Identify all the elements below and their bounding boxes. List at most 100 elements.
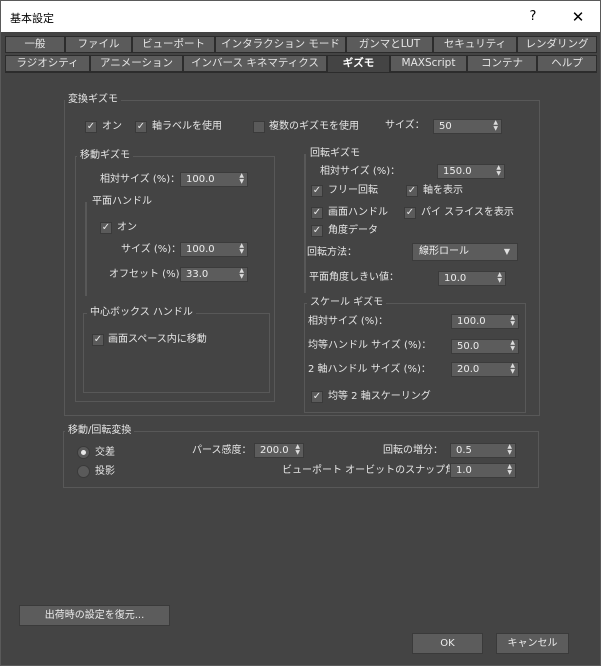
two-axis-handle-size-value: 20.0 <box>457 364 480 375</box>
spinner-arrows-icon[interactable]: ▲ ▼ <box>507 444 512 456</box>
multiple-gizmos-label: 複数のギズモを使用 <box>269 121 359 132</box>
projection-radio[interactable] <box>77 465 90 478</box>
tab-security[interactable]: セキュリティ <box>433 36 517 53</box>
screen-handle-label: 画面ハンドル <box>328 207 388 218</box>
uniform-2axis-checkbox[interactable]: ✓ <box>311 391 323 403</box>
multiple-gizmos-checkbox[interactable] <box>253 121 265 133</box>
tab-gizmos[interactable]: ギズモ <box>327 55 390 73</box>
scale-gizmo-title: スケール ギズモ <box>307 297 387 309</box>
tab-gamma-lut[interactable]: ガンマとLUT <box>346 36 433 53</box>
rotate-gizmo-group <box>304 154 306 293</box>
two-axis-handle-size-spinner[interactable]: 20.0 ▲ ▼ <box>451 362 519 377</box>
cancel-button[interactable]: キャンセル <box>496 633 569 654</box>
help-icon[interactable]: ? <box>523 7 543 27</box>
perspective-sensitivity-spinner[interactable]: 200.0 ▲ ▼ <box>254 443 304 458</box>
scale-relative-size-spinner[interactable]: 100.0 ▲ ▼ <box>451 314 519 329</box>
show-pie-label: パイ スライスを表示 <box>421 207 514 218</box>
perspective-sensitivity-value: 200.0 <box>260 445 289 456</box>
tab-interaction-mode[interactable]: インタラクション モード <box>215 36 346 53</box>
plane-handle-on-label: オン <box>117 222 137 233</box>
close-icon[interactable]: ✕ <box>563 7 593 27</box>
plane-handle-group <box>85 202 87 296</box>
scale-relative-size-label: 相対サイズ (%)： <box>308 316 389 327</box>
angle-data-checkbox[interactable]: ✓ <box>311 225 323 237</box>
free-rotate-label: フリー回転 <box>328 185 378 196</box>
show-axis-checkbox[interactable]: ✓ <box>406 185 418 197</box>
transform-gizmo-title: 変換ギズモ <box>65 94 121 106</box>
spinner-arrows-icon[interactable]: ▲ ▼ <box>510 340 515 352</box>
gizmo-on-checkbox[interactable]: ✓ <box>85 121 97 133</box>
gizmo-on-label: オン <box>102 121 122 132</box>
plane-handle-offset-label: オフセット (%)： <box>109 269 190 280</box>
gizmo-size-spinner[interactable]: 50 ▲ ▼ <box>433 119 502 134</box>
spinner-arrows-icon[interactable]: ▲ ▼ <box>239 268 244 280</box>
plane-handle-offset-spinner[interactable]: 33.0 ▲ ▼ <box>180 267 248 282</box>
orbit-snap-angle-label: ビューポート オービットのスナップ角度： <box>282 465 476 476</box>
plane-handle-size-spinner[interactable]: 100.0 ▲ ▼ <box>180 242 248 257</box>
rotation-method-label: 回転方法： <box>307 247 357 258</box>
tab-help[interactable]: ヘルプ <box>537 55 597 72</box>
center-box-handle-title: 中心ボックス ハンドル <box>87 307 196 319</box>
plane-handle-offset-value: 33.0 <box>186 269 209 280</box>
rotation-method-value: 線形ロール <box>419 246 469 257</box>
screen-handle-checkbox[interactable]: ✓ <box>311 207 323 219</box>
rotation-increment-label: 回転の増分： <box>383 445 443 456</box>
tab-divider <box>5 72 597 73</box>
plane-handle-on-checkbox[interactable]: ✓ <box>100 222 112 234</box>
spinner-arrows-icon[interactable]: ▲ ▼ <box>295 444 300 456</box>
move-rotate-transform-group <box>63 431 539 488</box>
tab-animation[interactable]: アニメーション <box>90 55 183 72</box>
spinner-arrows-icon[interactable]: ▲ ▼ <box>493 120 498 132</box>
rotate-relative-size-value: 150.0 <box>443 166 472 177</box>
tab-inverse-kinematics[interactable]: インバース キネマティクス <box>183 55 327 72</box>
plane-handle-size-label: サイズ (%)： <box>121 244 182 255</box>
move-relative-size-spinner[interactable]: 100.0 ▲ ▼ <box>180 172 248 187</box>
rotation-increment-spinner[interactable]: 0.5 ▲ ▼ <box>450 443 516 458</box>
spinner-arrows-icon[interactable]: ▲ ▼ <box>496 165 501 177</box>
tab-rendering[interactable]: レンダリング <box>517 36 597 53</box>
spinner-arrows-icon[interactable]: ▲ ▼ <box>507 464 512 476</box>
move-in-screen-label: 画面スペース内に移動 <box>108 334 207 345</box>
tab-containers[interactable]: コンテナ <box>467 55 537 72</box>
orbit-snap-angle-spinner[interactable]: 1.0 ▲ ▼ <box>450 463 516 478</box>
axis-labels-checkbox[interactable]: ✓ <box>135 121 147 133</box>
tab-general[interactable]: 一般 <box>5 36 65 53</box>
center-box-handle-group <box>83 313 270 393</box>
preferences-dialog: 基本設定 ? ✕ 一般 ファイル ビューポート インタラクション モード ガンマ… <box>0 0 601 666</box>
plane-angle-label: 平面角度しきい値： <box>309 272 399 283</box>
restore-defaults-button[interactable]: 出荷時の設定を復元... <box>19 605 170 626</box>
ok-button[interactable]: OK <box>412 633 483 654</box>
rotation-increment-value: 0.5 <box>456 445 472 456</box>
uniform-handle-size-spinner[interactable]: 50.0 ▲ ▼ <box>451 339 519 354</box>
two-axis-handle-size-label: 2 軸ハンドル サイズ (%)： <box>308 364 431 375</box>
move-in-screen-checkbox[interactable]: ✓ <box>92 334 104 346</box>
rotation-method-dropdown[interactable]: 線形ロール ▼ <box>412 243 518 261</box>
tab-radiosity[interactable]: ラジオシティ <box>5 55 90 72</box>
gizmo-size-value: 50 <box>439 121 452 132</box>
show-axis-label: 軸を表示 <box>423 185 463 196</box>
rotate-relative-size-label: 相対サイズ (%)： <box>320 166 401 177</box>
show-pie-checkbox[interactable]: ✓ <box>404 207 416 219</box>
ortho-radio[interactable] <box>77 446 90 459</box>
plane-angle-spinner[interactable]: 10.0 ▲ ▼ <box>438 271 506 286</box>
title-bar: 基本設定 ? ✕ <box>1 1 600 32</box>
angle-data-label: 角度データ <box>328 225 378 236</box>
spinner-arrows-icon[interactable]: ▲ ▼ <box>497 272 502 284</box>
tab-maxscript[interactable]: MAXScript <box>390 55 467 72</box>
move-gizmo-title: 移動ギズモ <box>77 150 133 162</box>
free-rotate-checkbox[interactable]: ✓ <box>311 185 323 197</box>
plane-handle-title: 平面ハンドル <box>89 196 155 208</box>
spinner-arrows-icon[interactable]: ▲ ▼ <box>239 243 244 255</box>
spinner-arrows-icon[interactable]: ▲ ▼ <box>510 315 515 327</box>
spinner-arrows-icon[interactable]: ▲ ▼ <box>239 173 244 185</box>
gizmo-size-label: サイズ： <box>385 120 425 131</box>
projection-label: 投影 <box>95 466 115 477</box>
ortho-label: 交差 <box>95 447 115 458</box>
move-relative-size-value: 100.0 <box>186 174 215 185</box>
tab-viewports[interactable]: ビューポート <box>132 36 215 53</box>
spinner-arrows-icon[interactable]: ▲ ▼ <box>510 363 515 375</box>
window-title: 基本設定 <box>10 12 54 25</box>
rotate-gizmo-title: 回転ギズモ <box>307 148 363 160</box>
rotate-relative-size-spinner[interactable]: 150.0 ▲ ▼ <box>437 164 505 179</box>
tab-files[interactable]: ファイル <box>65 36 132 53</box>
